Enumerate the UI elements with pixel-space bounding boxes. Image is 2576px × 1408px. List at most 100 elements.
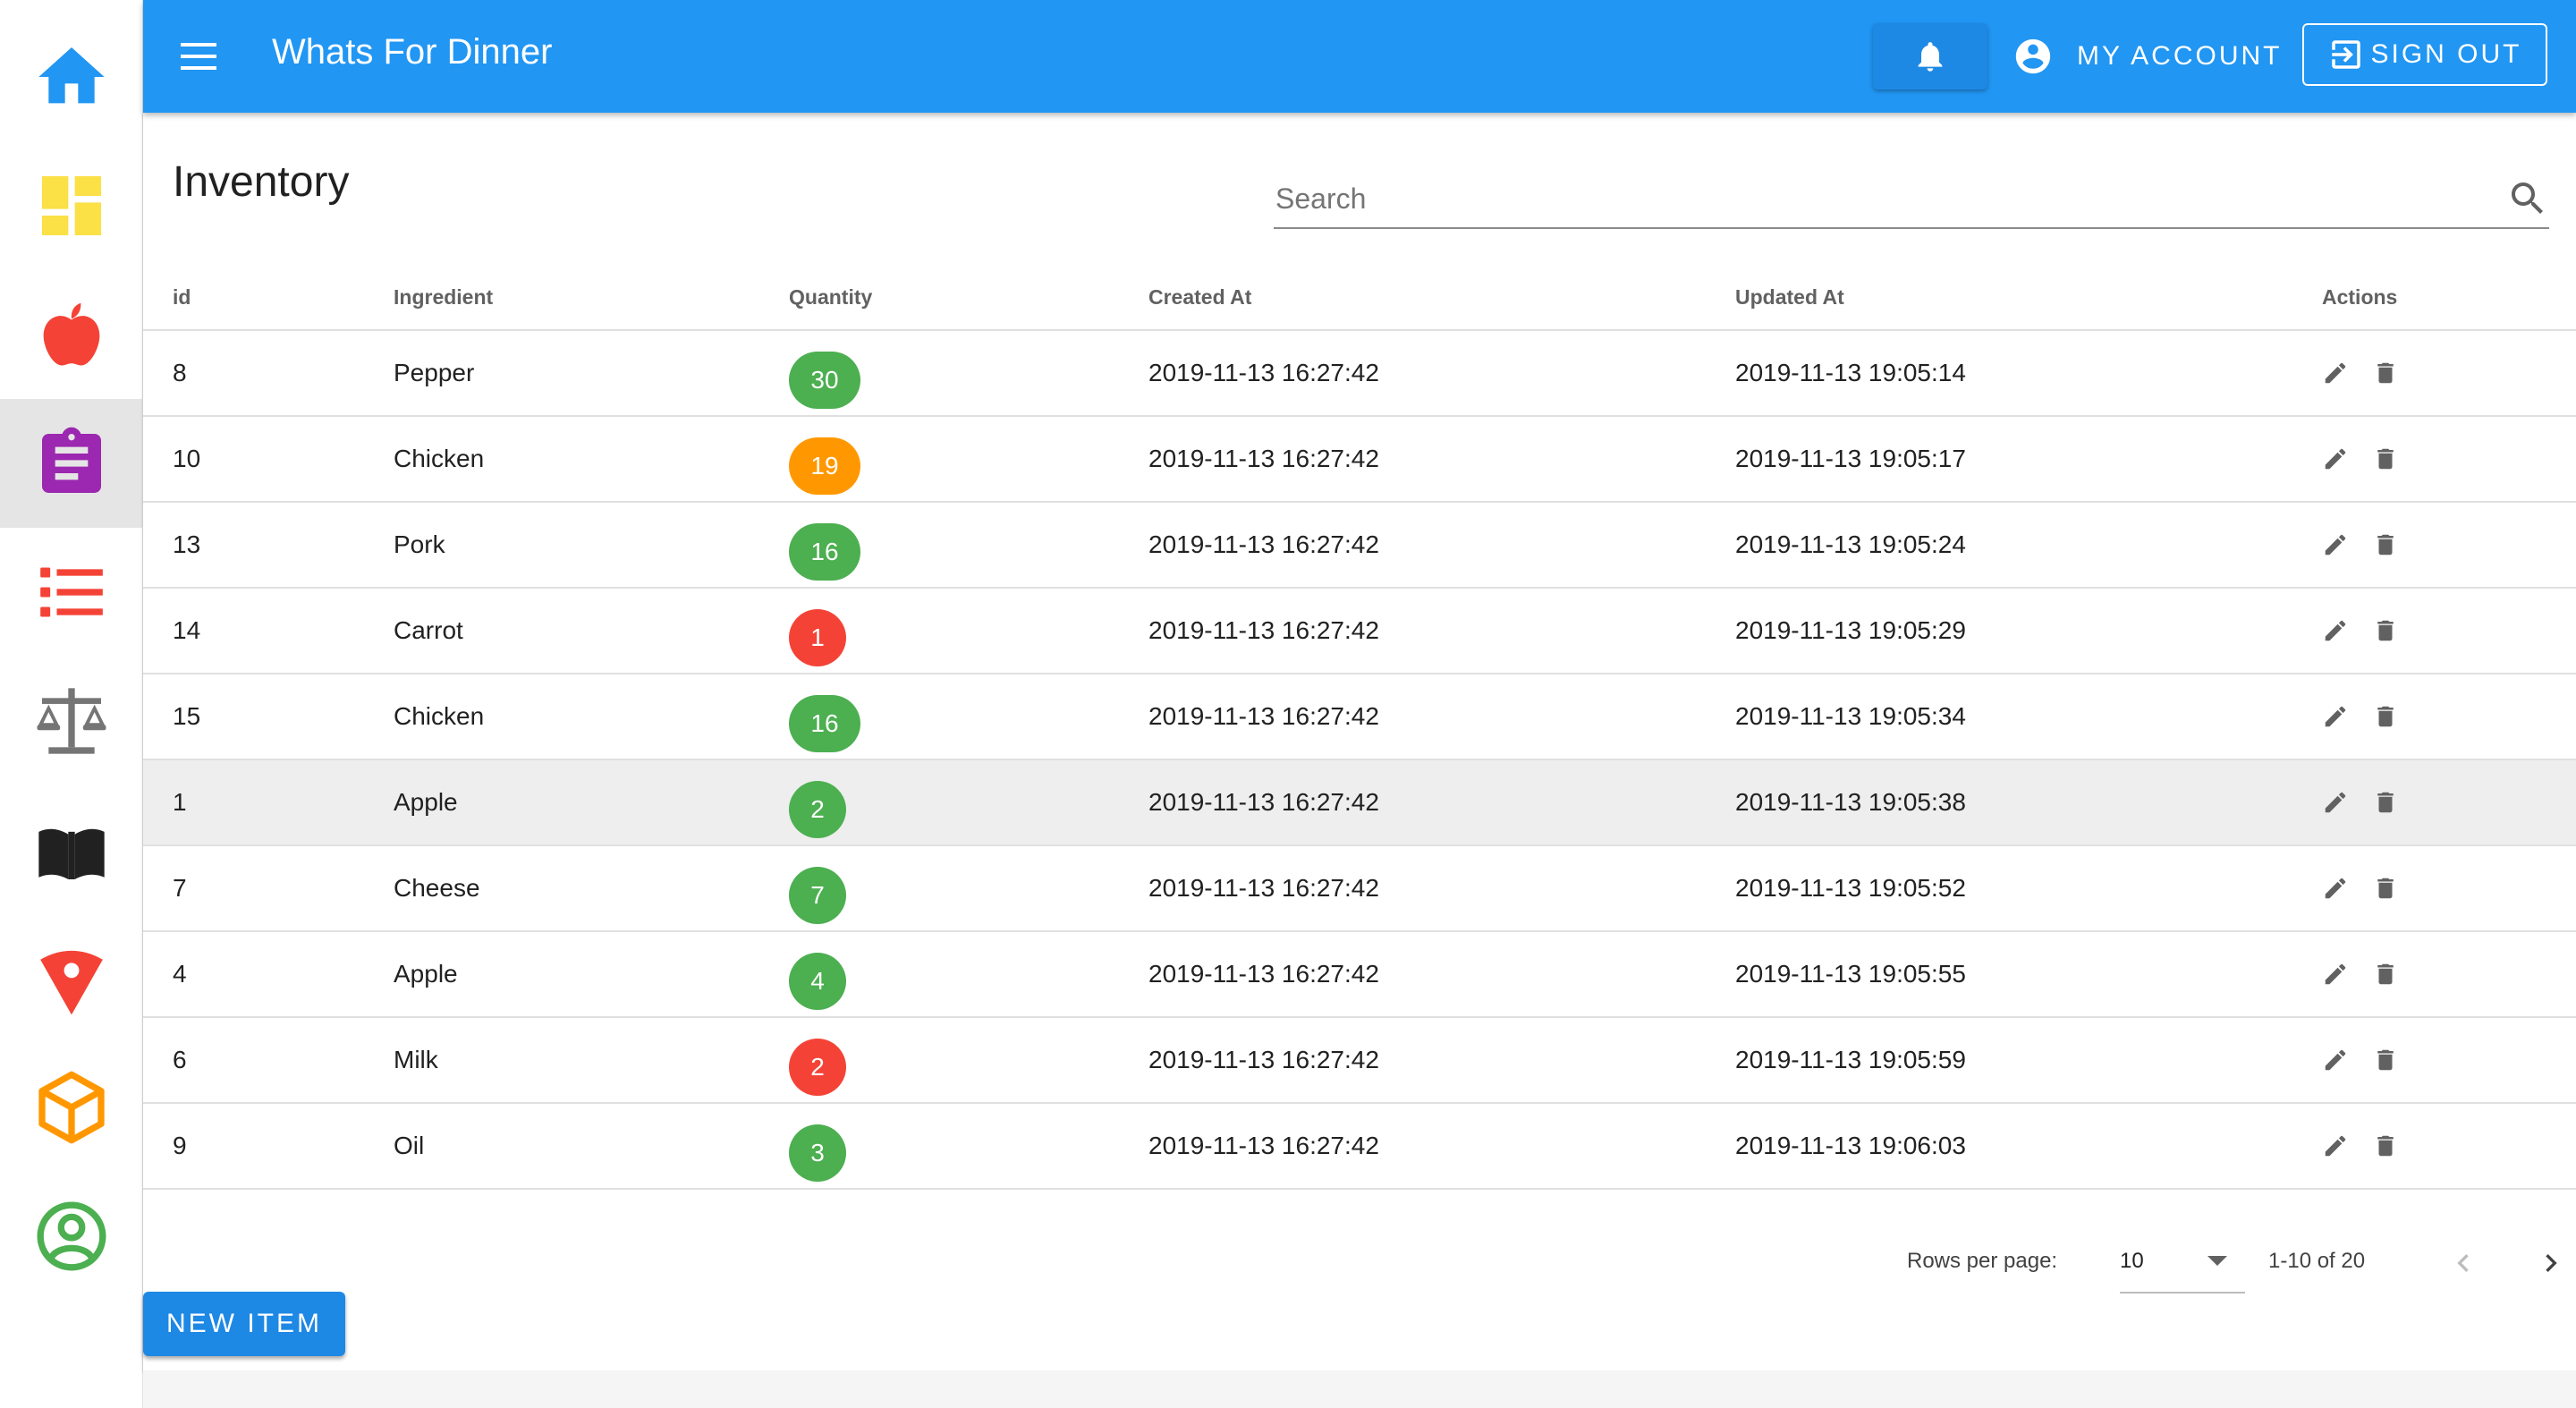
exit-icon [2332, 40, 2361, 69]
edit-button[interactable] [2320, 959, 2351, 989]
pencil-icon [2325, 448, 2346, 470]
header-updated-at[interactable]: Updated At [1735, 265, 1844, 329]
new-item-button[interactable]: NEW ITEM [143, 1292, 345, 1356]
pagination-range: 1-10 of 20 [2268, 1249, 2366, 1273]
delete-button[interactable] [2370, 959, 2401, 989]
cell-created-at: 2019-11-13 16:27:42 [1148, 788, 1379, 816]
cell-id: 13 [173, 530, 201, 558]
header-ingredient[interactable]: Ingredient [394, 265, 493, 329]
pencil-icon [2325, 1135, 2346, 1157]
delete-button[interactable] [2370, 358, 2401, 388]
sidebar-item-scale[interactable] [0, 657, 142, 785]
rows-per-page-select[interactable]: 10 [2120, 1236, 2245, 1293]
cell-updated-at: 2019-11-13 19:05:34 [1735, 702, 1966, 730]
list-icon [39, 567, 103, 617]
quantity-chip: 1 [789, 609, 846, 666]
app-title: Whats For Dinner [272, 32, 553, 72]
delete-button[interactable] [2370, 1045, 2401, 1075]
notifications-button[interactable] [1873, 23, 1987, 89]
cell-updated-at: 2019-11-13 19:05:17 [1735, 445, 1966, 472]
cell-id: 14 [173, 616, 201, 644]
chevron-right-icon[interactable] [2533, 1245, 2569, 1281]
edit-button[interactable] [2320, 873, 2351, 903]
table-row[interactable]: 15 Chicken 16 2019-11-13 16:27:42 2019-11-13… [143, 674, 2576, 760]
trash-icon [2377, 706, 2394, 727]
caret-down-icon [2207, 1256, 2227, 1266]
delete-button[interactable] [2370, 1131, 2401, 1161]
search-input[interactable] [1274, 175, 2476, 222]
edit-button[interactable] [2320, 358, 2351, 388]
table-row[interactable]: 8 Pepper 30 2019-11-13 16:27:42 2019-11-13 1… [143, 331, 2576, 417]
sign-out-label: SIGN OUT [2370, 39, 2522, 69]
sidebar-item-list[interactable] [0, 528, 142, 657]
cell-created-at: 2019-11-13 16:27:42 [1148, 960, 1379, 988]
cell-updated-at: 2019-11-13 19:05:29 [1735, 616, 1966, 644]
dashboard-icon [41, 176, 101, 235]
book-icon [38, 828, 105, 879]
menu-icon [181, 43, 216, 70]
table-row[interactable]: 4 Apple 4 2019-11-13 16:27:42 2019-11-13 19:… [143, 932, 2576, 1018]
sidebar-item-book[interactable] [0, 785, 142, 914]
sidebar-item-box[interactable] [0, 1043, 142, 1172]
delete-button[interactable] [2370, 787, 2401, 818]
header-quantity[interactable]: Quantity [789, 265, 872, 329]
sidebar-item-home[interactable] [0, 13, 142, 141]
page-title: Inventory [173, 158, 350, 206]
rows-per-page-value: 10 [2120, 1249, 2144, 1273]
cell-ingredient: Chicken [394, 702, 485, 730]
trash-icon [2377, 1049, 2394, 1071]
delete-button[interactable] [2370, 444, 2401, 474]
table-row[interactable]: 1 Apple 2 2019-11-13 16:27:42 2019-11-13 19:… [143, 760, 2576, 846]
header-id[interactable]: id [173, 265, 191, 329]
cell-ingredient: Milk [394, 1046, 438, 1073]
sign-out-button[interactable]: SIGN OUT [2302, 23, 2547, 86]
edit-button[interactable] [2320, 530, 2351, 560]
pencil-icon [2325, 620, 2346, 641]
my-account-button[interactable]: MY ACCOUNT [2012, 27, 2282, 86]
edit-button[interactable] [2320, 1131, 2351, 1161]
delete-button[interactable] [2370, 701, 2401, 732]
trash-icon [2377, 1135, 2394, 1157]
sidebar-item-clipboard[interactable] [0, 399, 142, 528]
apple-icon [43, 302, 99, 366]
chevron-left-icon[interactable] [2445, 1245, 2481, 1281]
sidebar-item-pizza[interactable] [0, 914, 142, 1043]
cell-ingredient: Carrot [394, 616, 463, 644]
table-row[interactable]: 9 Oil 3 2019-11-13 16:27:42 2019-11-13 19:06… [143, 1104, 2576, 1190]
table-pagination: Rows per page: 10 1-10 of 20 [143, 1209, 2576, 1317]
trash-icon [2377, 448, 2394, 470]
cell-created-at: 2019-11-13 16:27:42 [1148, 530, 1379, 558]
edit-button[interactable] [2320, 787, 2351, 818]
search-icon[interactable] [2506, 177, 2549, 220]
cell-id: 7 [173, 874, 187, 902]
delete-button[interactable] [2370, 615, 2401, 646]
edit-button[interactable] [2320, 615, 2351, 646]
search-field [1274, 172, 2549, 229]
sidebar-item-account-circle[interactable] [0, 1172, 142, 1301]
sidebar-item-apple[interactable] [0, 270, 142, 399]
header-created-at[interactable]: Created At [1148, 265, 1251, 329]
table-row[interactable]: 6 Milk 2 2019-11-13 16:27:42 2019-11-13 19:0… [143, 1018, 2576, 1104]
cell-created-at: 2019-11-13 16:27:42 [1148, 1132, 1379, 1159]
cell-ingredient: Oil [394, 1132, 425, 1159]
edit-button[interactable] [2320, 444, 2351, 474]
trash-icon [2377, 620, 2394, 641]
table-row[interactable]: 13 Pork 16 2019-11-13 16:27:42 2019-11-13 19… [143, 503, 2576, 589]
trash-icon [2377, 792, 2394, 813]
cell-id: 4 [173, 960, 187, 988]
menu-button[interactable] [170, 28, 227, 85]
edit-button[interactable] [2320, 701, 2351, 732]
page-background [143, 1370, 2576, 1408]
sidebar-item-dashboard[interactable] [0, 141, 142, 270]
table-row[interactable]: 10 Chicken 19 2019-11-13 16:27:42 2019-11-13… [143, 417, 2576, 503]
cell-created-at: 2019-11-13 16:27:42 [1148, 445, 1379, 472]
quantity-chip: 16 [789, 523, 860, 581]
edit-button[interactable] [2320, 1045, 2351, 1075]
pencil-icon [2325, 534, 2346, 556]
table-row[interactable]: 14 Carrot 1 2019-11-13 16:27:42 2019-11-13 1… [143, 589, 2576, 674]
cell-created-at: 2019-11-13 16:27:42 [1148, 874, 1379, 902]
delete-button[interactable] [2370, 873, 2401, 903]
table-row[interactable]: 7 Cheese 7 2019-11-13 16:27:42 2019-11-13 19… [143, 846, 2576, 932]
delete-button[interactable] [2370, 530, 2401, 560]
cell-updated-at: 2019-11-13 19:05:52 [1735, 874, 1966, 902]
